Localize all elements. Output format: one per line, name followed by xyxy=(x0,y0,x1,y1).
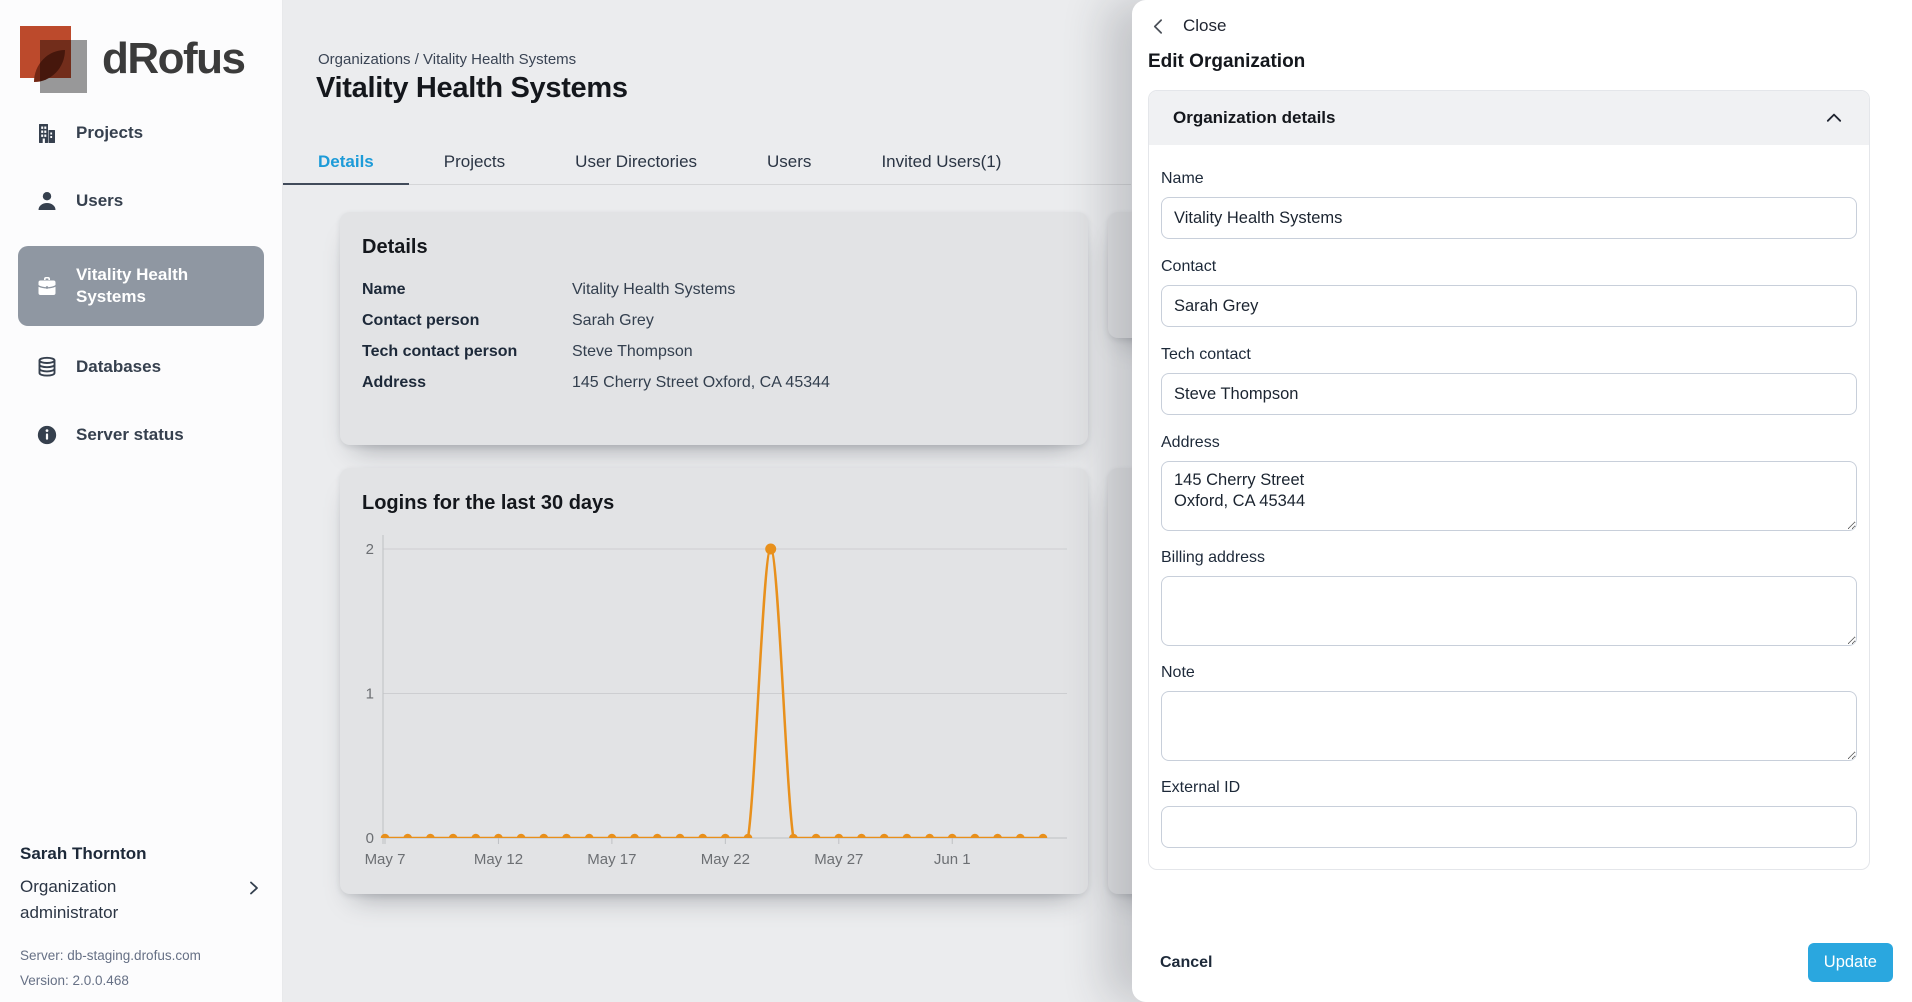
billing-address-label: Billing address xyxy=(1161,548,1857,568)
update-button[interactable]: Update xyxy=(1808,943,1893,982)
breadcrumb[interactable]: Organizations / Vitality Health Systems xyxy=(318,51,576,68)
account-role-row[interactable]: Organization administrator xyxy=(20,874,262,926)
details-card-title: Details xyxy=(362,236,1066,259)
briefcase-icon xyxy=(34,273,60,299)
svg-text:May 27: May 27 xyxy=(814,851,863,868)
close-button[interactable]: Close xyxy=(1150,16,1260,36)
sidebar-item-organization[interactable]: Vitality Health Systems xyxy=(18,246,264,326)
sidebar-nav: Projects Users Vitality Health Systems D… xyxy=(0,100,282,458)
building-icon xyxy=(34,120,60,146)
drofus-logo: dRofus xyxy=(0,0,282,100)
name-label: Name xyxy=(1161,169,1857,189)
sidebar-item-users[interactable]: Users xyxy=(18,178,264,224)
svg-text:Jun 1: Jun 1 xyxy=(934,851,971,868)
chevron-up-icon xyxy=(1825,109,1843,127)
svg-text:May 12: May 12 xyxy=(474,851,523,868)
sidebar-item-databases[interactable]: Databases xyxy=(18,344,264,390)
chevron-right-icon xyxy=(246,880,262,896)
drawer-footer: Cancel Update xyxy=(1160,943,1893,982)
svg-text:May 7: May 7 xyxy=(365,851,406,868)
account-role: Organization administrator xyxy=(20,874,190,926)
account-name: Sarah Thornton xyxy=(20,844,262,864)
sidebar-item-projects[interactable]: Projects xyxy=(18,110,264,156)
detail-label: Contact person xyxy=(362,312,572,330)
cancel-button[interactable]: Cancel xyxy=(1160,954,1212,972)
tab-bar: Details Projects User Directories Users … xyxy=(283,139,1131,185)
detail-label: Address xyxy=(362,374,572,392)
svg-text:May 17: May 17 xyxy=(587,851,636,868)
note-field: Note xyxy=(1161,663,1857,766)
external-id-label: External ID xyxy=(1161,778,1857,798)
accordion-body: Name Contact Tech contact Address 145 Ch… xyxy=(1149,145,1869,869)
chart-title: Logins for the last 30 days xyxy=(362,492,1066,515)
chevron-left-icon xyxy=(1150,18,1167,35)
detail-row: Address 145 Cherry Street Oxford, CA 453… xyxy=(362,374,1066,392)
page-title: Vitality Health Systems xyxy=(316,72,628,105)
name-input[interactable] xyxy=(1161,197,1857,239)
organization-details-accordion: Organization details Name Contact xyxy=(1148,90,1870,870)
tab-user-directories[interactable]: User Directories xyxy=(540,139,732,184)
accordion-title: Organization details xyxy=(1173,108,1335,128)
logo-text: dRofus xyxy=(102,34,245,84)
app-root: dRofus Projects Users Vitality Health Sy… xyxy=(0,0,1912,1002)
detail-label: Tech contact person xyxy=(362,343,572,361)
address-label: Address xyxy=(1161,433,1857,453)
sidebar-item-label: Projects xyxy=(76,123,143,143)
detail-value: Vitality Health Systems xyxy=(572,281,735,299)
logo-grey-square xyxy=(40,40,87,93)
contact-label: Contact xyxy=(1161,257,1857,277)
details-card: Details Name Vitality Health Systems Con… xyxy=(340,212,1088,445)
external-id-field: External ID xyxy=(1161,778,1857,848)
sidebar-item-label: Databases xyxy=(76,357,161,377)
note-label: Note xyxy=(1161,663,1857,683)
sidebar-item-server-status[interactable]: Server status xyxy=(18,412,264,458)
drofus-logo-mark-icon xyxy=(20,24,88,94)
detail-value: Steve Thompson xyxy=(572,343,693,361)
detail-value: 145 Cherry Street Oxford, CA 45344 xyxy=(572,374,830,392)
address-field: Address 145 Cherry Street Oxford, CA 453… xyxy=(1161,433,1857,536)
tech-contact-input[interactable] xyxy=(1161,373,1857,415)
note-textarea[interactable] xyxy=(1161,691,1857,761)
address-textarea[interactable]: 145 Cherry Street Oxford, CA 45344 xyxy=(1161,461,1857,531)
database-icon xyxy=(34,354,60,380)
sidebar-item-label: Server status xyxy=(76,425,184,445)
detail-label: Name xyxy=(362,281,572,299)
contact-field: Contact xyxy=(1161,257,1857,327)
drawer-title: Edit Organization xyxy=(1148,51,1870,73)
tab-invited-users[interactable]: Invited Users(1) xyxy=(846,139,1036,184)
tab-projects[interactable]: Projects xyxy=(409,139,540,184)
detail-rows: Name Vitality Health Systems Contact per… xyxy=(362,281,1066,392)
close-label: Close xyxy=(1183,16,1226,36)
user-icon xyxy=(34,188,60,214)
version-info: Version: 2.0.0.468 xyxy=(20,973,262,988)
detail-row: Contact person Sarah Grey xyxy=(362,312,1066,330)
detail-row: Tech contact person Steve Thompson xyxy=(362,343,1066,361)
detail-value: Sarah Grey xyxy=(572,312,654,330)
tab-details[interactable]: Details xyxy=(283,139,409,184)
billing-address-textarea[interactable] xyxy=(1161,576,1857,646)
svg-text:1: 1 xyxy=(366,686,374,703)
billing-address-field: Billing address xyxy=(1161,548,1857,651)
account-section: Sarah Thornton Organization administrato… xyxy=(20,844,262,988)
logins-chart-card: Logins for the last 30 days 0 1 2 May 7 May … xyxy=(340,468,1088,894)
logins-chart: 0 1 2 May 7 May 12 May 17 May 22 May 27 Jun 1 xyxy=(355,520,1075,872)
sidebar: dRofus Projects Users Vitality Health Sy… xyxy=(0,0,283,1002)
svg-text:0: 0 xyxy=(366,830,374,847)
external-id-input[interactable] xyxy=(1161,806,1857,848)
svg-text:May 22: May 22 xyxy=(701,851,750,868)
sidebar-item-label: Vitality Health Systems xyxy=(76,264,248,308)
edit-organization-panel: Close Edit Organization Organization det… xyxy=(1132,0,1912,1002)
contact-input[interactable] xyxy=(1161,285,1857,327)
info-icon xyxy=(34,422,60,448)
server-info: Server: db-staging.drofus.com xyxy=(20,948,262,963)
detail-row: Name Vitality Health Systems xyxy=(362,281,1066,299)
name-field: Name xyxy=(1161,169,1857,239)
tech-contact-label: Tech contact xyxy=(1161,345,1857,365)
sidebar-item-label: Users xyxy=(76,191,123,211)
svg-text:2: 2 xyxy=(366,541,374,558)
tech-contact-field: Tech contact xyxy=(1161,345,1857,415)
drawer-inner: Close Edit Organization Organization det… xyxy=(1148,0,1870,870)
accordion-header[interactable]: Organization details xyxy=(1149,91,1869,145)
tab-users[interactable]: Users xyxy=(732,139,846,184)
